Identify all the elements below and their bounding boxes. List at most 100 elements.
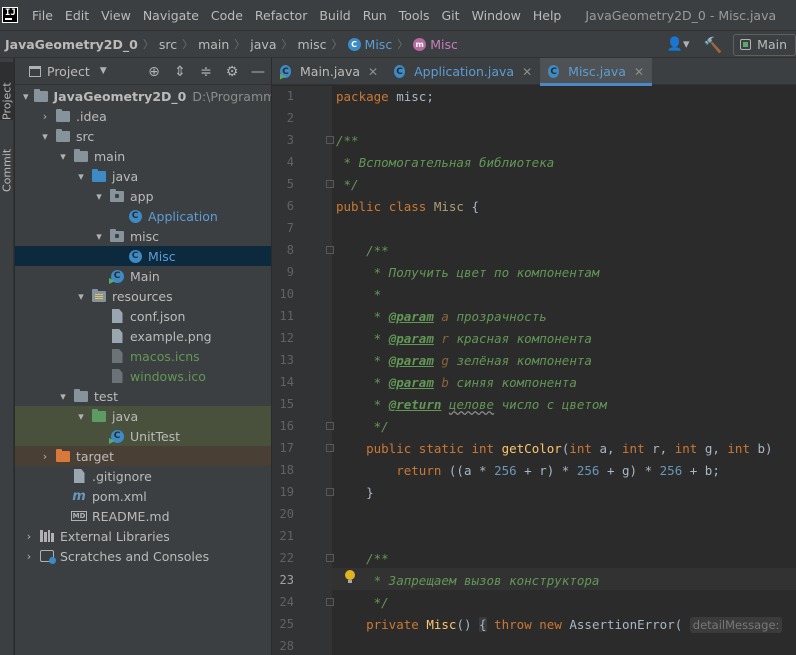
line-number: 22 — [279, 551, 294, 565]
line-number: 20 — [279, 507, 294, 521]
fold-icon[interactable] — [326, 554, 334, 562]
expanded-arrow-icon[interactable]: ▾ — [75, 170, 87, 183]
tree-item-misc-class[interactable]: C Misc — [15, 246, 271, 266]
fold-icon[interactable] — [326, 246, 334, 254]
tree-item-test-java[interactable]: ▾ java — [15, 406, 271, 426]
doc-typo: целове — [448, 397, 495, 412]
locate-icon[interactable]: ⊕ — [141, 62, 167, 82]
tab-misc-java[interactable]: C Misc.java ✕ — [540, 58, 653, 86]
user-icon[interactable]: 👤▾ — [665, 35, 691, 55]
fold-icon[interactable] — [326, 488, 334, 496]
menu-refactor[interactable]: Refactor — [249, 8, 313, 23]
collapsed-arrow-icon[interactable]: › — [23, 530, 35, 543]
breadcrumb-project[interactable]: JavaGeometry2D_0 — [5, 37, 138, 52]
menu-edit[interactable]: Edit — [59, 8, 95, 23]
fold-icon[interactable] — [326, 180, 334, 188]
tab-main-java[interactable]: C Main.java ✕ — [272, 58, 386, 85]
maven-icon: m — [72, 488, 86, 504]
tree-item-main[interactable]: ▾ main — [15, 146, 271, 166]
code-line-23: * Запрещаем вызов конструктора — [336, 570, 600, 592]
collapsed-arrow-icon[interactable]: › — [39, 450, 51, 463]
breadcrumb-method[interactable]: Misc — [430, 37, 458, 52]
menu-navigate[interactable]: Navigate — [137, 8, 205, 23]
tree-item-resources[interactable]: ▾ resources — [15, 286, 271, 306]
close-icon[interactable]: ✕ — [368, 65, 378, 79]
gear-icon[interactable]: ⚙ — [219, 62, 245, 82]
collapse-all-icon[interactable]: ≑ — [193, 62, 219, 82]
menu-tools[interactable]: Tools — [393, 8, 436, 23]
keyword: private — [366, 617, 419, 632]
breadcrumb-main[interactable]: main — [198, 37, 229, 52]
menu-help[interactable]: Help — [527, 8, 568, 23]
tree-item-label: example.png — [130, 328, 212, 344]
menu-window[interactable]: Window — [466, 8, 527, 23]
expanded-arrow-icon[interactable]: ▾ — [57, 150, 69, 163]
menu-git[interactable]: Git — [436, 8, 466, 23]
class-icon: C — [347, 37, 361, 51]
expanded-arrow-icon[interactable]: ▾ — [93, 230, 105, 243]
breadcrumb-misc[interactable]: misc — [298, 37, 327, 52]
test-folder-icon — [91, 408, 107, 424]
project-panel-header: Project ▼ ⊕ ⇕ ≑ ⚙ — — [15, 58, 271, 85]
commit-tool-tab[interactable]: Commit — [0, 132, 14, 192]
project-tool-tab[interactable]: Project — [0, 62, 14, 120]
tab-application-java[interactable]: C Application.java ✕ — [386, 58, 540, 85]
close-icon[interactable]: ✕ — [634, 65, 644, 79]
tree-item-readme[interactable]: MD README.md — [15, 506, 271, 526]
tree-item-external-libraries[interactable]: › External Libraries — [15, 526, 271, 546]
expanded-arrow-icon[interactable]: ▾ — [93, 190, 105, 203]
collapsed-arrow-icon[interactable]: › — [39, 110, 51, 123]
expanded-arrow-icon[interactable]: ▾ — [23, 90, 29, 103]
tree-item-label: External Libraries — [60, 528, 170, 544]
tree-item-misc-package[interactable]: ▾ misc — [15, 226, 271, 246]
fold-icon[interactable] — [326, 444, 334, 452]
tree-item-application[interactable]: C Application — [15, 206, 271, 226]
tree-item-scratches[interactable]: › Scratches and Consoles — [15, 546, 271, 566]
folded-brace[interactable]: { — [479, 617, 487, 632]
minimize-icon[interactable]: — — [245, 62, 271, 82]
code-editor[interactable]: 1 2 3 4 5 6 7 8 9 10 11 12 13 14 15 16 17 18 19 20 21 22 23 24 2… — [272, 86, 796, 655]
tab-label: Main.java — [300, 64, 361, 79]
chevron-right-icon: 〉 — [331, 38, 343, 51]
build-hammer-icon[interactable]: 🔨 — [701, 35, 725, 55]
markdown-file-icon: MD — [70, 511, 88, 521]
tree-item-test[interactable]: ▾ test — [15, 386, 271, 406]
tree-item-gitignore[interactable]: .gitignore — [15, 466, 271, 486]
menu-run[interactable]: Run — [357, 8, 393, 23]
tree-item-src[interactable]: ▾ src — [15, 126, 271, 146]
tree-item-app[interactable]: ▾ app — [15, 186, 271, 206]
project-panel-title[interactable]: Project — [47, 64, 90, 79]
tree-item-example[interactable]: example.png — [15, 326, 271, 346]
expand-all-icon[interactable]: ⇕ — [167, 62, 193, 82]
editor-gutter[interactable] — [272, 86, 332, 655]
tree-item-macos[interactable]: macos.icns — [15, 346, 271, 366]
tree-item-windows[interactable]: windows.ico — [15, 366, 271, 386]
expanded-arrow-icon[interactable]: ▾ — [75, 290, 87, 303]
menu-file[interactable]: File — [26, 8, 59, 23]
breadcrumb-src[interactable]: src — [159, 37, 177, 52]
menu-code[interactable]: Code — [205, 8, 249, 23]
fold-icon[interactable] — [326, 136, 334, 144]
tree-item-unittest[interactable]: C UnitTest — [15, 426, 271, 446]
tree-item-java[interactable]: ▾ java — [15, 166, 271, 186]
fold-icon[interactable] — [326, 422, 334, 430]
expanded-arrow-icon[interactable]: ▾ — [57, 390, 69, 403]
tree-item-target[interactable]: › target — [15, 446, 271, 466]
fold-icon[interactable] — [326, 598, 334, 606]
toolbar-right: 👤▾ 🔨 Main — [665, 31, 796, 58]
tree-item-root[interactable]: ▾ JavaGeometry2D_0 D:\Programming\J — [15, 86, 271, 106]
menu-build[interactable]: Build — [313, 8, 356, 23]
chevron-down-icon[interactable]: ▼ — [100, 66, 107, 76]
run-configuration-select[interactable]: Main — [733, 33, 796, 56]
tree-item-idea[interactable]: › .idea — [15, 106, 271, 126]
tree-item-pom[interactable]: m pom.xml — [15, 486, 271, 506]
tree-item-main-class[interactable]: C Main — [15, 266, 271, 286]
expanded-arrow-icon[interactable]: ▾ — [39, 130, 51, 143]
close-icon[interactable]: ✕ — [522, 65, 532, 79]
tree-item-conf[interactable]: conf.json — [15, 306, 271, 326]
collapsed-arrow-icon[interactable]: › — [23, 550, 35, 563]
menu-view[interactable]: View — [95, 8, 137, 23]
breadcrumb-class[interactable]: Misc — [365, 37, 393, 52]
breadcrumb-java[interactable]: java — [250, 37, 276, 52]
expanded-arrow-icon[interactable]: ▾ — [75, 410, 87, 423]
